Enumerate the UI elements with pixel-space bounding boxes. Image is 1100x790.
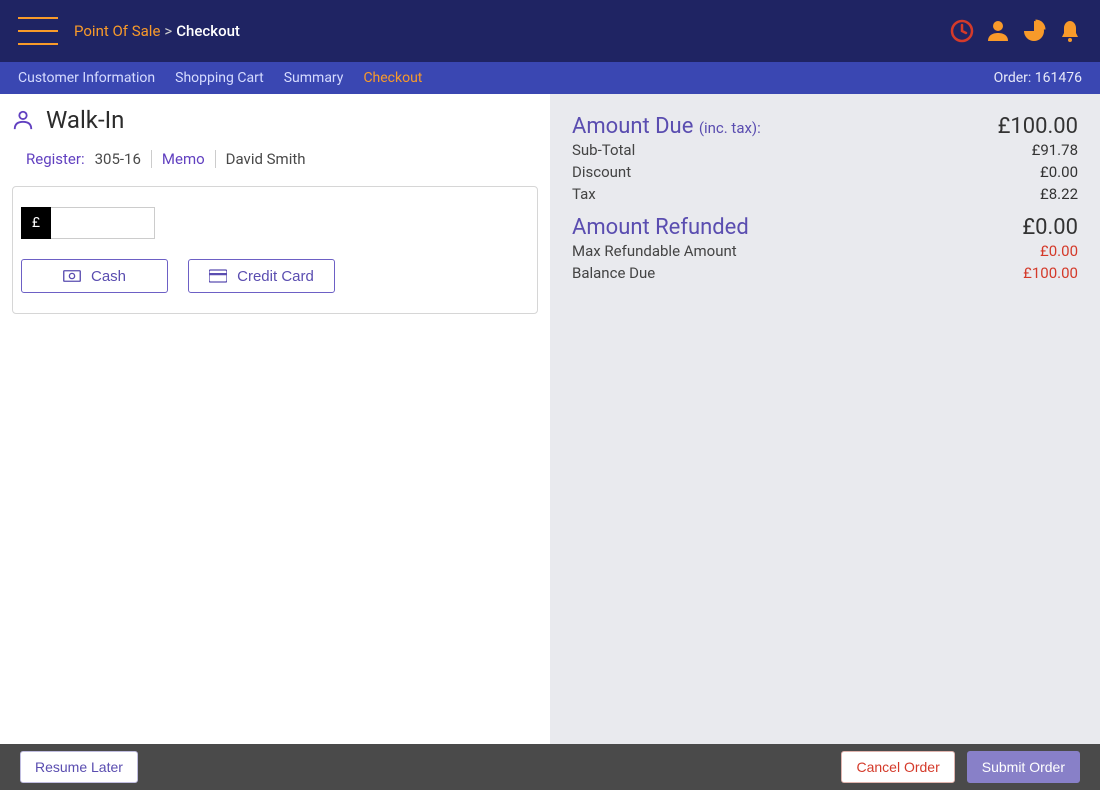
breadcrumb-root[interactable]: Point Of Sale (74, 22, 160, 40)
tax-value: £8.22 (1040, 185, 1078, 203)
credit-card-button[interactable]: Credit Card (188, 259, 335, 293)
cancel-order-button[interactable]: Cancel Order (841, 751, 954, 783)
bell-icon[interactable] (1058, 19, 1082, 43)
balance-row: Balance Due £100.00 (572, 264, 1078, 282)
balance-value: £100.00 (1023, 264, 1078, 282)
amount-input-group: £ (21, 207, 529, 239)
bottombar: Resume Later Cancel Order Submit Order (0, 744, 1100, 790)
topbar: Point Of Sale > Checkout (0, 0, 1100, 62)
subtotal-value: £91.78 (1032, 141, 1078, 159)
cash-icon (63, 269, 81, 283)
nav-checkout[interactable]: Checkout (363, 70, 422, 86)
refunded-value: £0.00 (1022, 215, 1078, 240)
breadcrumb-separator: > (164, 22, 172, 40)
submit-order-button[interactable]: Submit Order (967, 751, 1080, 783)
credit-card-icon (209, 269, 227, 283)
amount-due-row: Amount Due (inc. tax): £100.00 (572, 114, 1078, 139)
nav-shopping-cart[interactable]: Shopping Cart (175, 70, 264, 86)
subtotal-label: Sub-Total (572, 141, 635, 159)
amount-due-sublabel: (inc. tax): (699, 119, 761, 137)
cash-button-label: Cash (91, 268, 126, 285)
user-icon[interactable] (986, 19, 1010, 43)
separator (215, 150, 216, 168)
cash-button[interactable]: Cash (21, 259, 168, 293)
clerk-name: David Smith (226, 150, 306, 168)
payment-buttons: Cash Credit Card (21, 259, 529, 293)
discount-value: £0.00 (1040, 163, 1078, 181)
register-label: Register: (26, 150, 85, 168)
amount-due-value: £100.00 (998, 114, 1078, 139)
balance-label: Balance Due (572, 264, 655, 282)
refunded-row: Amount Refunded £0.00 (572, 215, 1078, 240)
order-number: Order: 161476 (994, 70, 1082, 86)
amount-input[interactable] (51, 207, 155, 239)
max-refund-row: Max Refundable Amount £0.00 (572, 242, 1078, 260)
memo-link[interactable]: Memo (162, 150, 205, 168)
resume-later-button[interactable]: Resume Later (20, 751, 138, 783)
separator (151, 150, 152, 168)
credit-card-button-label: Credit Card (237, 268, 314, 285)
topbar-icons (950, 19, 1082, 43)
tax-row: Tax £8.22 (572, 185, 1078, 203)
chart-pie-icon[interactable] (1022, 19, 1046, 43)
menu-hamburger-icon[interactable] (18, 17, 58, 45)
clock-icon[interactable] (950, 19, 974, 43)
customer-user-icon (12, 109, 34, 131)
max-refund-label: Max Refundable Amount (572, 242, 737, 260)
breadcrumb: Point Of Sale > Checkout (74, 22, 240, 40)
nav-customer-information[interactable]: Customer Information (18, 70, 155, 86)
meta-row: Register: 305-16 Memo David Smith (12, 150, 538, 168)
tax-label: Tax (572, 185, 596, 203)
max-refund-value: £0.00 (1040, 242, 1078, 260)
discount-row: Discount £0.00 (572, 163, 1078, 181)
customer-name: Walk-In (46, 106, 124, 134)
subtotal-row: Sub-Total £91.78 (572, 141, 1078, 159)
refunded-label: Amount Refunded (572, 215, 749, 240)
breadcrumb-current: Checkout (176, 22, 240, 40)
left-pane: Walk-In Register: 305-16 Memo David Smit… (0, 94, 550, 744)
subnav: Customer Information Shopping Cart Summa… (0, 62, 1100, 94)
customer-row: Walk-In (12, 106, 538, 134)
discount-label: Discount (572, 163, 631, 181)
currency-symbol: £ (21, 207, 51, 239)
amount-due-label: Amount Due (572, 114, 693, 139)
nav-summary[interactable]: Summary (284, 70, 344, 86)
main: Walk-In Register: 305-16 Memo David Smit… (0, 94, 1100, 744)
payment-card: £ Cash Credit Card (12, 186, 538, 314)
right-pane: Amount Due (inc. tax): £100.00 Sub-Total… (550, 94, 1100, 744)
register-value: 305-16 (95, 150, 141, 168)
